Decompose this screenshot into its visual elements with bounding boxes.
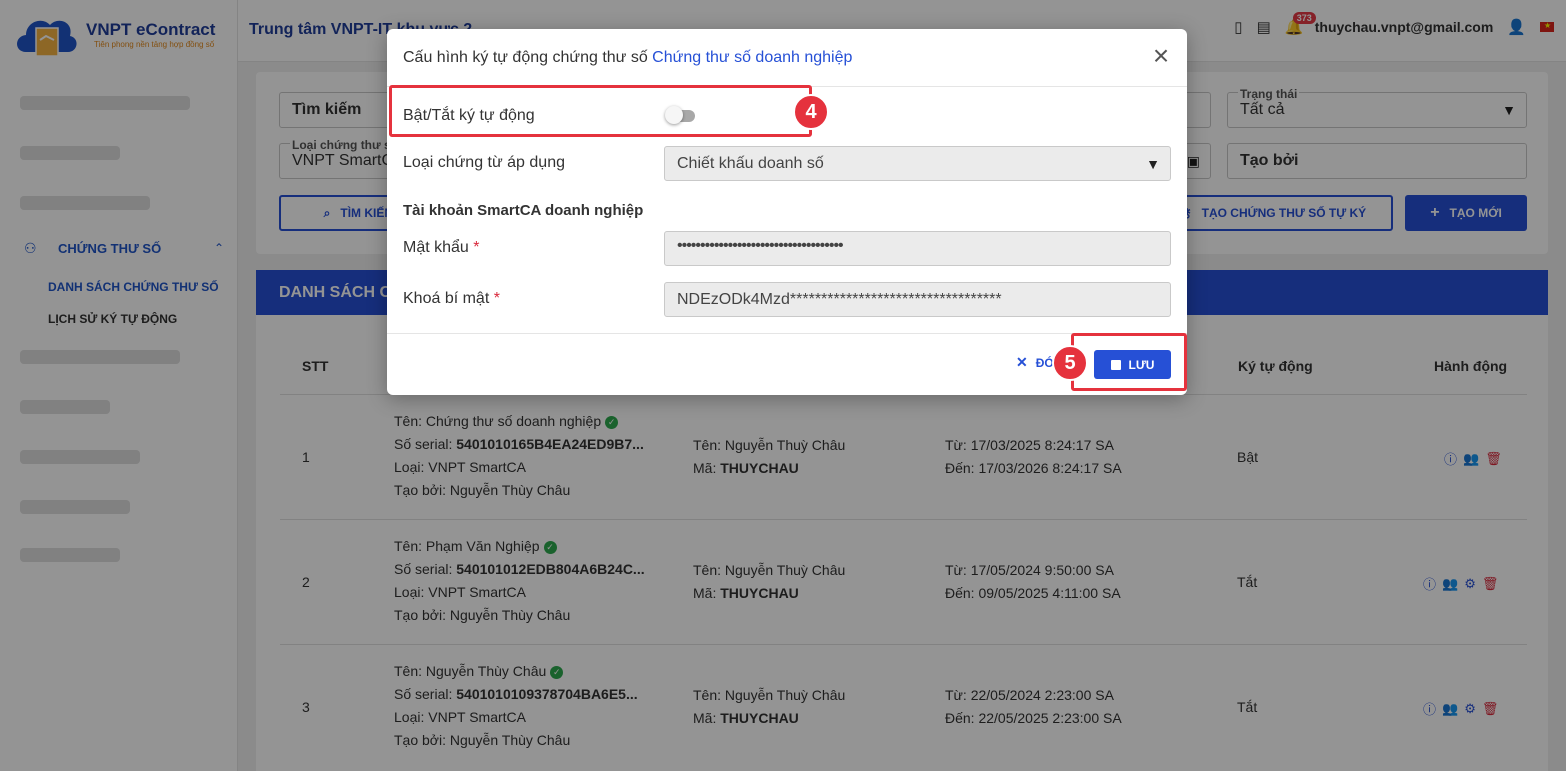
secret-key-label: Khoá bí mật * [403,290,500,308]
required-mark: * [473,239,480,256]
dialog-footer-divider [387,333,1187,334]
secret-key-field[interactable]: NDEzODk4Mzd*****************************… [664,282,1171,317]
doc-type-value: Chiết khấu doanh số [677,155,824,172]
callout-box-step-4 [389,85,812,137]
password-field[interactable]: •••••••••••••••••••••••••••••••••••• [664,231,1171,266]
callout-number-step-4: 4 [793,94,829,130]
doc-type-label: Loại chứng từ áp dụng [403,154,565,171]
close-button[interactable]: ✕ ĐÓ [1016,354,1054,371]
dialog-title-cert: Chứng thư số doanh nghiệp [652,49,853,66]
secret-key-label-text: Khoá bí mật [403,290,490,307]
password-value: •••••••••••••••••••••••••••••••••••• [677,237,844,254]
dialog-header: Cấu hình ký tự động chứng thư số Chứng t… [387,29,1187,87]
password-label-text: Mật khẩu [403,239,469,256]
dropdown-arrow-icon: ▼ [1146,156,1160,172]
doc-type-select[interactable]: Chiết khấu doanh số ▼ [664,146,1171,181]
dialog-title-prefix: Cấu hình ký tự động chứng thư số [403,49,653,66]
callout-box-step-5 [1071,333,1187,391]
secret-key-value: NDEzODk4Mzd*****************************… [677,291,1002,308]
dialog-title: Cấu hình ký tự động chứng thư số Chứng t… [403,49,852,67]
callout-number-step-5: 5 [1052,345,1088,381]
smartca-section-title: Tài khoản SmartCA doanh nghiệp [403,202,644,219]
times-icon: ✕ [1016,354,1028,370]
close-icon[interactable]: × [1149,42,1173,70]
required-mark: * [493,290,500,307]
auto-sign-config-dialog: Cấu hình ký tự động chứng thư số Chứng t… [387,29,1187,395]
password-label: Mật khẩu * [403,239,480,257]
